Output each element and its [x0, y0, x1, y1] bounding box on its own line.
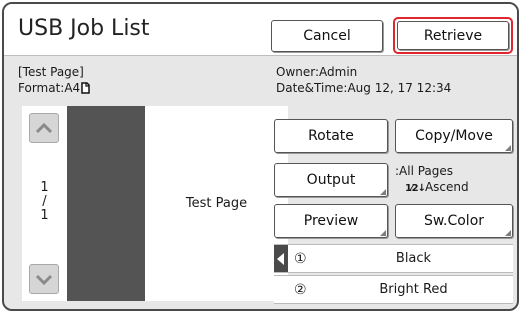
page-separator: / [42, 194, 47, 209]
output-button[interactable]: Output [274, 163, 388, 197]
sw-color-button[interactable]: Sw.Color [395, 204, 513, 238]
drum-color-name: Bright Red [379, 282, 448, 297]
submenu-corner-icon [505, 230, 511, 236]
output-pages: :All Pages [395, 164, 454, 178]
submenu-corner-icon [380, 230, 386, 236]
output-button-label: Output [306, 172, 356, 188]
cancel-button[interactable]: Cancel [271, 20, 383, 52]
sw-color-button-label: Sw.Color [423, 213, 485, 229]
format-text: Format:A4 [18, 81, 81, 95]
document-portrait-icon [81, 82, 90, 98]
page-title: USB Job List [18, 16, 150, 41]
drum-color-row-1[interactable]: ① Black [274, 244, 513, 273]
submenu-corner-icon [380, 189, 386, 195]
page-thumbnail[interactable]: Test Page [145, 106, 288, 301]
drum-color-name: Black [395, 251, 432, 266]
chevron-up-icon [35, 119, 53, 138]
preview-button-label: Preview [303, 213, 359, 229]
scroll-up-button[interactable] [29, 113, 59, 143]
triangle-left-icon [274, 245, 288, 272]
copy-move-button[interactable]: Copy/Move [395, 119, 513, 153]
job-owner-info: Owner:Admin Date&Time:Aug 12, 17 12:34 [276, 64, 451, 96]
submenu-corner-icon [505, 145, 511, 151]
job-list-screen: USB Job List Cancel Retrieve [Test Page]… [2, 2, 519, 311]
output-setting: :All Pages 1⁄2↓Ascend [395, 163, 513, 197]
preview-button[interactable]: Preview [274, 204, 388, 238]
page-current: 1 [40, 180, 49, 195]
retrieve-button[interactable]: Retrieve [397, 21, 509, 50]
page-total: 1 [40, 208, 49, 223]
job-name: [Test Page] [18, 65, 84, 79]
cancel-button-label: Cancel [303, 28, 351, 44]
chevron-down-icon [35, 270, 53, 289]
page-thumbnail-label: Test Page [185, 196, 248, 211]
drum-number: ① [294, 251, 307, 267]
rotate-button[interactable]: Rotate [274, 119, 388, 153]
header-bar: USB Job List Cancel Retrieve [4, 4, 517, 56]
job-info: [Test Page] Format:A4 [18, 64, 90, 98]
scroll-down-button[interactable] [29, 264, 59, 294]
sort-ascending-icon: 1⁄2↓ [405, 183, 426, 194]
job-datetime: Date&Time:Aug 12, 17 12:34 [276, 81, 452, 95]
copy-move-button-label: Copy/Move [415, 128, 493, 144]
drum-number: ② [294, 282, 307, 298]
rotate-button-label: Rotate [308, 128, 354, 144]
output-order: 1⁄2↓Ascend [395, 179, 513, 197]
page-navigation: 1 / 1 [22, 106, 67, 301]
job-format: Format:A4 [18, 80, 90, 98]
retrieve-button-label: Retrieve [423, 27, 483, 44]
preview-background: Test Page [67, 106, 288, 301]
preview-panel: 1 / 1 Test Page [22, 106, 288, 301]
drum-color-row-2[interactable]: ② Bright Red [274, 275, 513, 304]
job-owner: Owner:Admin [276, 65, 358, 79]
output-order-label: Ascend [424, 180, 469, 194]
